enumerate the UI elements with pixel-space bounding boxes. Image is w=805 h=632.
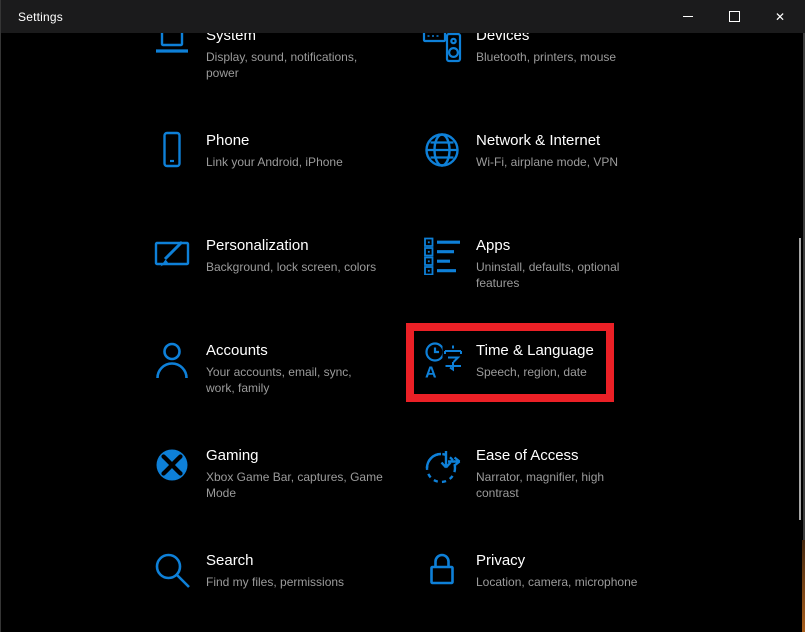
tile-subtitle: Find my files, permissions — [206, 574, 398, 590]
lock-icon — [418, 548, 466, 590]
vertical-scrollbar[interactable] — [799, 238, 801, 520]
tile-title: Network & Internet — [476, 131, 668, 151]
tile-title: Apps — [476, 236, 668, 256]
close-icon: ✕ — [775, 11, 785, 23]
tile-accounts[interactable]: Accounts Your accounts, email, sync, wor… — [148, 338, 398, 396]
maximize-icon — [729, 11, 740, 22]
accessibility-icon — [418, 443, 466, 485]
svg-text:A: A — [425, 365, 437, 381]
tile-title: Phone — [206, 131, 398, 151]
tile-subtitle: Uninstall, defaults, optional features — [476, 259, 668, 291]
settings-window: System Display, sound, notifications, po… — [0, 0, 805, 632]
tile-title: Time & Language — [476, 341, 668, 361]
caption-buttons: ✕ — [665, 0, 803, 33]
app-list-icon — [418, 233, 466, 275]
tile-title: Gaming — [206, 446, 398, 466]
tile-search[interactable]: Search Find my files, permissions — [148, 548, 398, 590]
tile-title: Accounts — [206, 341, 398, 361]
tile-subtitle: Speech, region, date — [476, 364, 668, 380]
tile-subtitle: Link your Android, iPhone — [206, 154, 398, 170]
tile-network-internet[interactable]: Network & Internet Wi-Fi, airplane mode,… — [418, 128, 668, 170]
maximize-button[interactable] — [711, 0, 757, 33]
tile-title: Personalization — [206, 236, 398, 256]
window-title: Settings — [18, 10, 63, 24]
magnifier-icon — [148, 548, 196, 590]
tile-apps[interactable]: Apps Uninstall, defaults, optional featu… — [418, 233, 668, 291]
tile-title: Search — [206, 551, 398, 571]
phone-icon — [148, 128, 196, 170]
tile-personalization[interactable]: Personalization Background, lock screen,… — [148, 233, 398, 275]
close-button[interactable]: ✕ — [757, 0, 803, 33]
clock-language-icon: A — [418, 338, 466, 380]
globe-icon — [418, 128, 466, 170]
tile-subtitle: Wi-Fi, airplane mode, VPN — [476, 154, 668, 170]
xbox-icon — [148, 443, 196, 485]
tile-phone[interactable]: Phone Link your Android, iPhone — [148, 128, 398, 170]
tile-ease-of-access[interactable]: Ease of Access Narrator, magnifier, high… — [418, 443, 668, 501]
tile-title: Privacy — [476, 551, 668, 571]
brush-monitor-icon — [148, 233, 196, 275]
tile-subtitle: Narrator, magnifier, high contrast — [476, 469, 668, 501]
minimize-button[interactable] — [665, 0, 711, 33]
tile-subtitle: Bluetooth, printers, mouse — [476, 49, 668, 65]
minimize-icon — [683, 16, 693, 17]
tile-privacy[interactable]: Privacy Location, camera, microphone — [418, 548, 668, 590]
tile-gaming[interactable]: Gaming Xbox Game Bar, captures, Game Mod… — [148, 443, 398, 501]
tile-subtitle: Background, lock screen, colors — [206, 259, 398, 275]
tile-time-language[interactable]: A Time & Language Speech, region, date — [418, 338, 668, 380]
tile-subtitle: Your accounts, email, sync, work, family — [206, 364, 398, 396]
title-bar: Settings ✕ — [1, 0, 805, 33]
tile-title: Ease of Access — [476, 446, 668, 466]
tile-subtitle: Location, camera, microphone — [476, 574, 668, 590]
person-icon — [148, 338, 196, 380]
tile-subtitle: Xbox Game Bar, captures, Game Mode — [206, 469, 398, 501]
tile-subtitle: Display, sound, notifications, power — [206, 49, 398, 81]
